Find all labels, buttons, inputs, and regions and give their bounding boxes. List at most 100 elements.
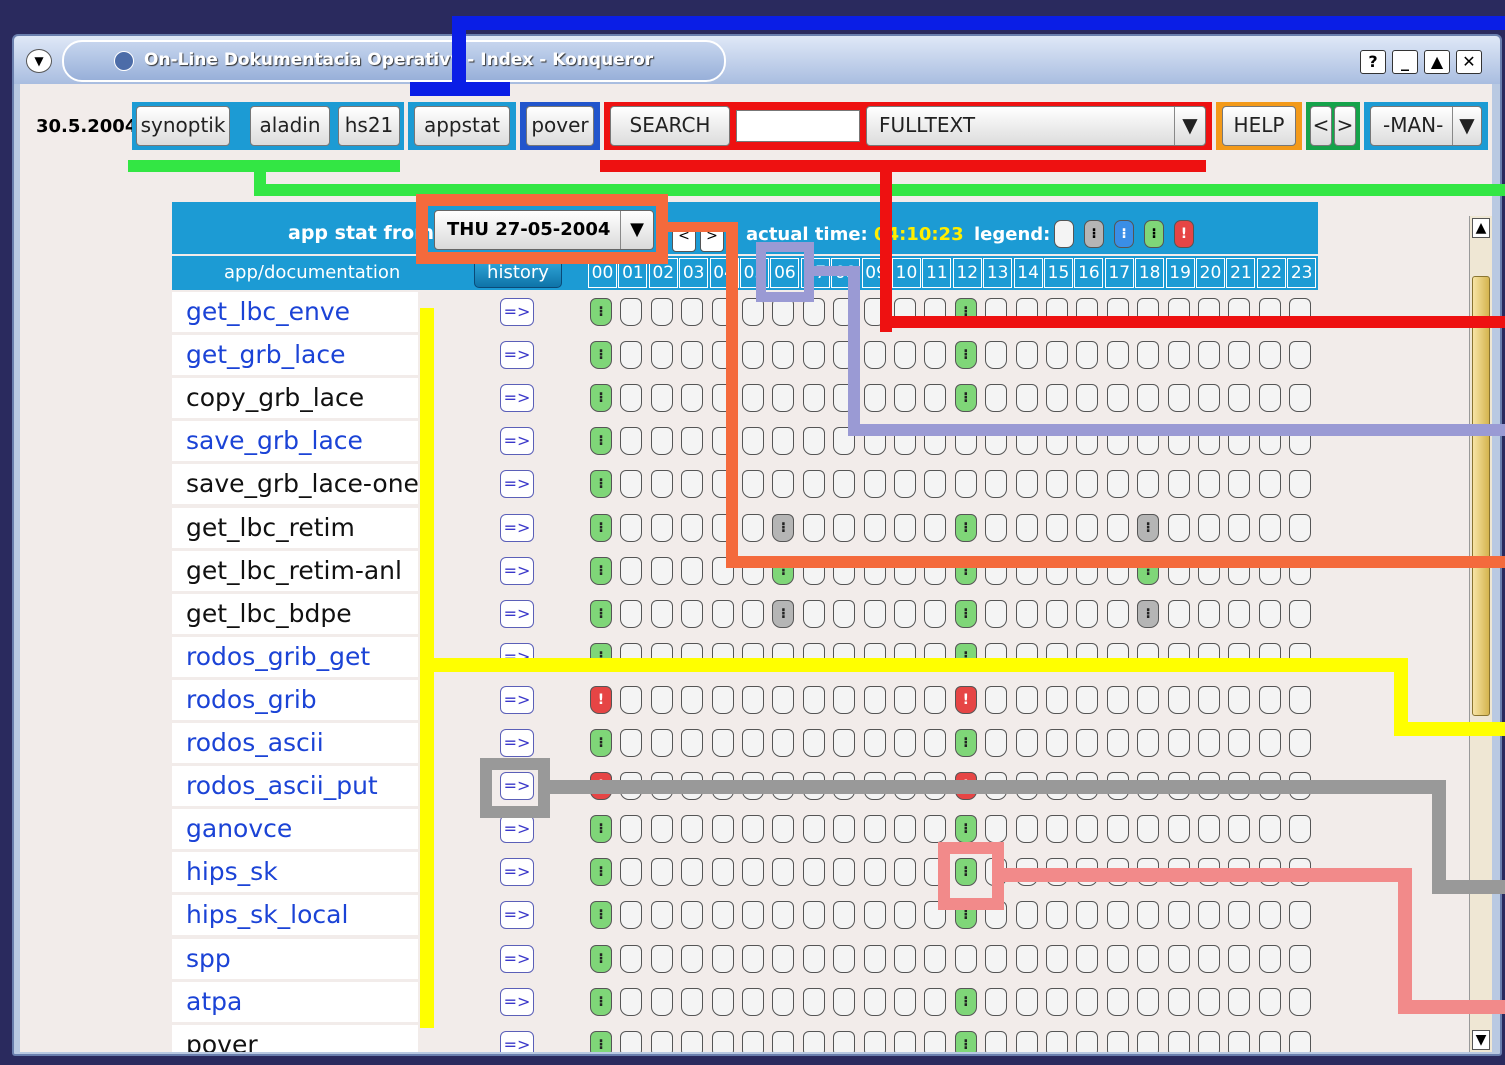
- status-cell-idle: [1289, 384, 1312, 413]
- status-cell-idle: [1167, 513, 1190, 542]
- vertical-scrollbar[interactable]: ▲ ▼: [1469, 216, 1492, 1052]
- app-doc-link[interactable]: get_lbc_enve: [172, 292, 418, 332]
- window-menu-button[interactable]: ▼: [26, 49, 52, 73]
- status-cell-ok[interactable]: ⁝: [590, 901, 612, 930]
- history-link-button[interactable]: =>: [500, 470, 534, 499]
- history-link-button[interactable]: =>: [500, 427, 534, 456]
- status-cell-idle: [681, 341, 704, 370]
- status-cell-ok[interactable]: ⁝: [590, 944, 612, 973]
- status-cell-ok[interactable]: ⁝: [590, 384, 612, 413]
- callout-gray-v: [1432, 780, 1446, 894]
- status-cell-ok[interactable]: ⁝: [590, 427, 612, 456]
- status-cell-idle: [802, 987, 825, 1016]
- man-select[interactable]: -MAN- ▼: [1370, 106, 1482, 146]
- status-cell-idle: [924, 513, 947, 542]
- status-cell-ok[interactable]: ⁝: [954, 729, 977, 757]
- app-doc-link[interactable]: save_grb_lace: [172, 421, 418, 462]
- history-link-button[interactable]: =>: [500, 901, 534, 930]
- legend-idle-icon: [1054, 220, 1074, 248]
- status-cell-idle: [802, 341, 825, 370]
- app-doc-link[interactable]: hips_sk_local: [172, 895, 418, 936]
- history-link-button[interactable]: =>: [500, 298, 534, 326]
- table-row: rodos_ascii => ⁝ ⁝: [172, 723, 1318, 766]
- status-cell-ok[interactable]: ⁝: [954, 599, 977, 628]
- status-cell-idle: [833, 599, 856, 628]
- scroll-down-icon[interactable]: ▼: [1472, 1030, 1490, 1050]
- app-doc-link[interactable]: hips_sk: [172, 852, 418, 893]
- app-doc-link[interactable]: rodos_grib: [172, 679, 418, 720]
- history-link-button[interactable]: =>: [500, 341, 534, 370]
- app-doc-link[interactable]: ganovce: [172, 809, 418, 850]
- history-link-button[interactable]: =>: [500, 944, 534, 973]
- status-cell-idle: [681, 298, 704, 326]
- status-cell-ok[interactable]: ⁝: [954, 384, 977, 413]
- status-cell-idle: [1228, 599, 1251, 628]
- status-cell-ok[interactable]: ⁝: [590, 599, 612, 628]
- status-cell-idle: [650, 427, 673, 456]
- status-cell-warn[interactable]: ⁝: [772, 599, 795, 628]
- status-cell-ok[interactable]: ⁝: [590, 470, 612, 499]
- nav-link-aladin[interactable]: aladin: [250, 106, 330, 146]
- history-link-button[interactable]: =>: [500, 556, 534, 585]
- history-link-button[interactable]: =>: [500, 858, 534, 887]
- status-cell-warn[interactable]: ⁝: [1137, 599, 1160, 628]
- status-cell-idle: [802, 729, 825, 757]
- history-link-button[interactable]: =>: [500, 513, 534, 542]
- prev-button[interactable]: <: [1310, 106, 1332, 146]
- close-icon[interactable]: ✕: [1456, 50, 1482, 74]
- search-button[interactable]: SEARCH: [610, 106, 730, 146]
- status-cell-ok[interactable]: ⁝: [954, 815, 977, 844]
- hour-header-20: 20: [1196, 258, 1225, 288]
- status-cell-warn[interactable]: ⁝: [772, 513, 795, 542]
- nav-link-synoptik[interactable]: synoptik: [136, 106, 230, 146]
- nav-link-pover[interactable]: pover: [526, 106, 594, 146]
- status-cell-idle: [985, 470, 1008, 499]
- status-cell-ok[interactable]: ⁝: [590, 987, 612, 1016]
- status-cell-ok[interactable]: ⁝: [590, 1030, 612, 1052]
- status-cell-ok[interactable]: ⁝: [954, 341, 977, 370]
- status-cell-ok[interactable]: ⁝: [590, 556, 612, 585]
- nav-link-appstat[interactable]: appstat: [414, 106, 510, 146]
- status-cell-ok[interactable]: ⁝: [590, 513, 612, 542]
- status-cell-ok[interactable]: ⁝: [590, 815, 612, 844]
- status-cell-warn[interactable]: ⁝: [1137, 513, 1160, 542]
- maximize-icon[interactable]: ▲: [1424, 50, 1450, 74]
- status-cell-ok[interactable]: ⁝: [590, 729, 612, 757]
- status-cell-ok[interactable]: ⁝: [590, 298, 612, 326]
- status-cell-ok[interactable]: ⁝: [954, 1030, 977, 1052]
- app-doc-link[interactable]: spp: [172, 938, 418, 979]
- status-cell-ok[interactable]: ⁝: [590, 341, 612, 370]
- status-cell-idle: [742, 815, 764, 844]
- status-cell-ok[interactable]: ⁝: [954, 513, 977, 542]
- scroll-up-icon[interactable]: ▲: [1472, 218, 1490, 238]
- history-link-button[interactable]: =>: [500, 384, 534, 413]
- app-doc-link[interactable]: rodos_ascii: [172, 723, 418, 763]
- history-link-button[interactable]: =>: [500, 685, 534, 714]
- app-name: copy_grb_lace: [172, 378, 418, 419]
- scroll-thumb[interactable]: [1472, 276, 1490, 716]
- status-cell-err[interactable]: !: [590, 685, 612, 714]
- nav-link-hs21[interactable]: hs21: [338, 106, 400, 146]
- app-doc-link[interactable]: rodos_ascii_put: [172, 766, 418, 807]
- status-cell-idle: [1258, 384, 1281, 413]
- status-cell-ok[interactable]: ⁝: [590, 858, 612, 887]
- app-doc-link[interactable]: atpa: [172, 981, 418, 1022]
- app-doc-link[interactable]: get_grb_lace: [172, 335, 418, 376]
- hour-header-13: 13: [983, 258, 1013, 288]
- table-row: get_lbc_enve => ⁝ ⁝: [172, 292, 1318, 335]
- help-button[interactable]: HELP: [1222, 106, 1296, 146]
- status-cell-ok[interactable]: ⁝: [954, 987, 977, 1016]
- search-input[interactable]: [736, 110, 860, 142]
- app-doc-link[interactable]: rodos_grib_get: [172, 636, 418, 677]
- next-button[interactable]: >: [1334, 106, 1356, 146]
- help-icon[interactable]: ?: [1360, 50, 1386, 74]
- history-link-button[interactable]: =>: [500, 729, 534, 757]
- history-link-button[interactable]: =>: [500, 599, 534, 628]
- search-mode-select[interactable]: FULLTEXT ▼: [866, 106, 1206, 146]
- status-cell-idle: [711, 858, 734, 887]
- status-cell-err[interactable]: !: [954, 685, 977, 714]
- history-link-button[interactable]: =>: [500, 987, 534, 1016]
- history-link-button[interactable]: =>: [500, 1030, 534, 1052]
- history-link-button[interactable]: =>: [500, 815, 534, 844]
- minimize-icon[interactable]: _: [1392, 50, 1418, 74]
